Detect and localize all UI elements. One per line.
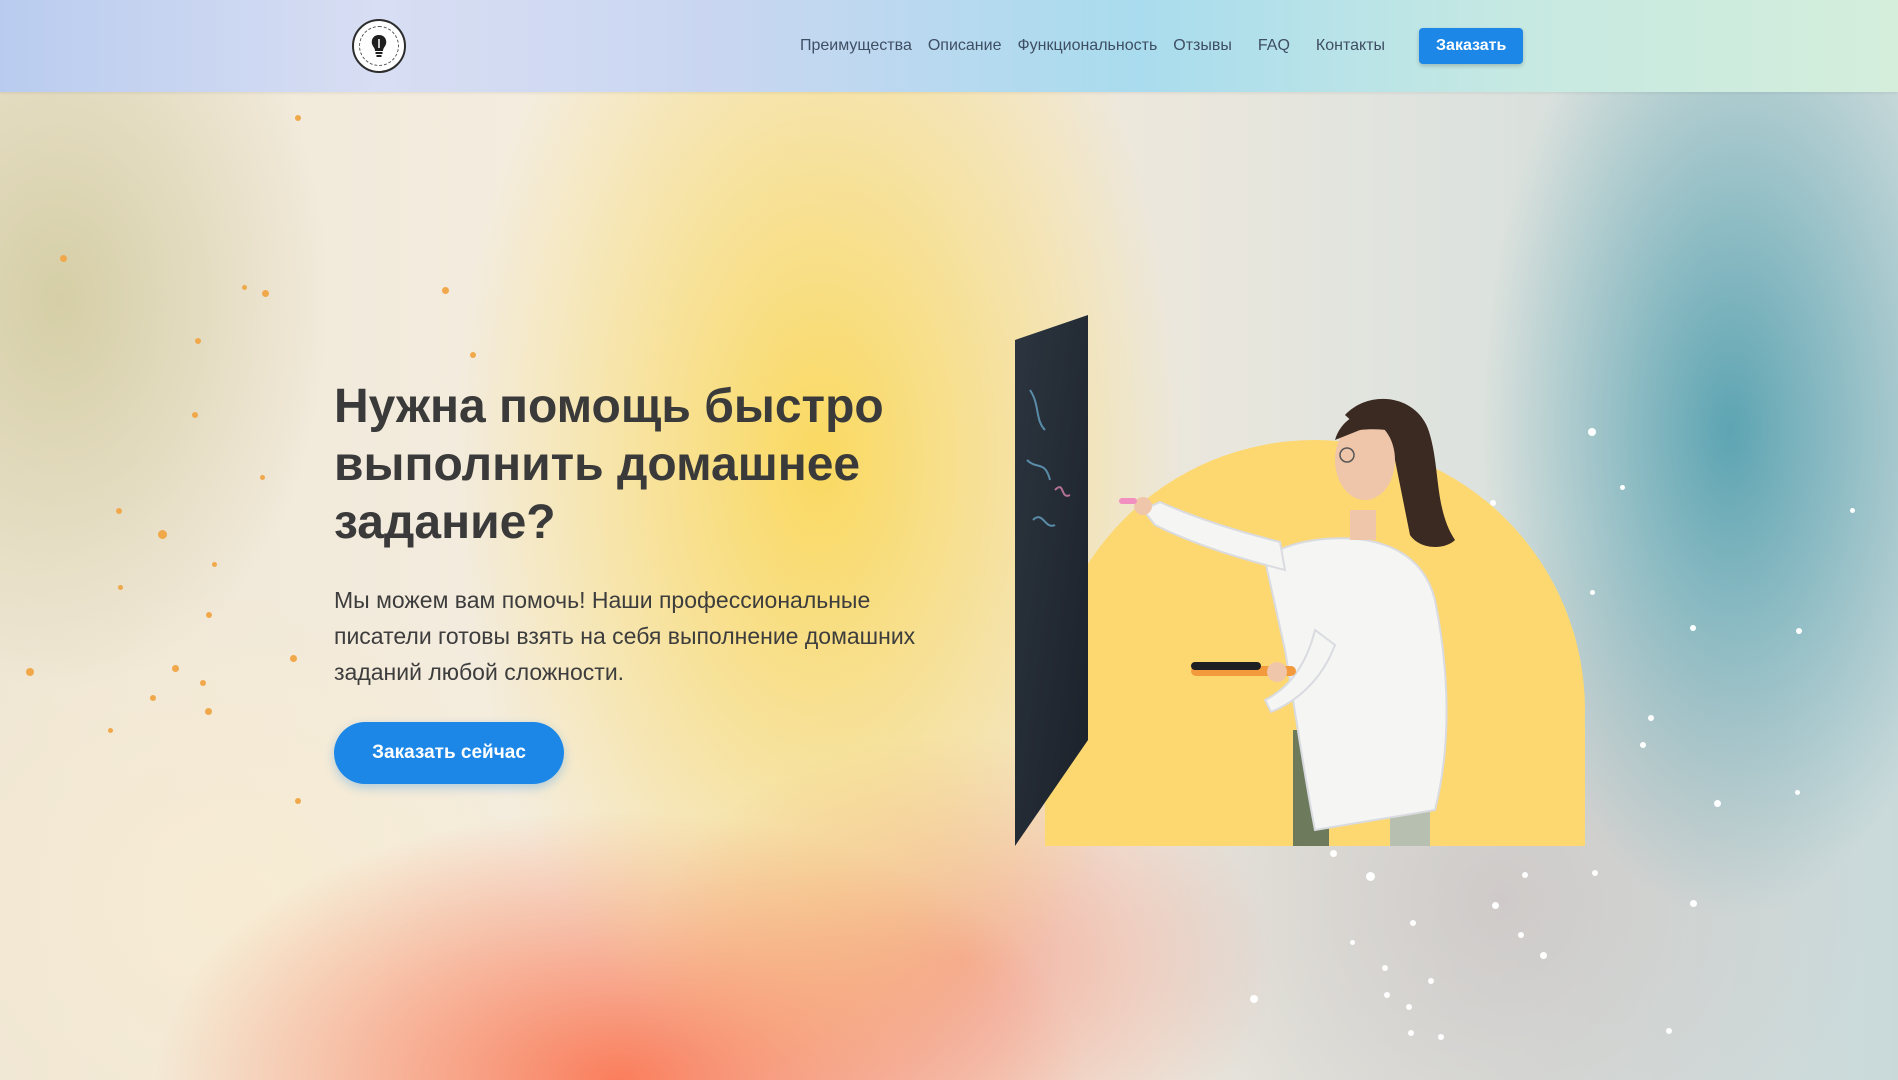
decor-dot bbox=[1428, 978, 1434, 984]
decor-dot bbox=[1666, 1028, 1672, 1034]
lightbulb-icon bbox=[359, 26, 399, 66]
decor-dot bbox=[1438, 1034, 1444, 1040]
decor-dot bbox=[1540, 952, 1547, 959]
decor-dot bbox=[260, 475, 265, 480]
decor-dot bbox=[1714, 800, 1721, 807]
decor-dot bbox=[442, 287, 449, 294]
decor-dot bbox=[1384, 992, 1390, 998]
nav-link-advantages[interactable]: Преимущества bbox=[800, 37, 912, 55]
order-now-button[interactable]: Заказать сейчас bbox=[334, 722, 564, 784]
nav-link-contacts[interactable]: Контакты bbox=[1316, 37, 1385, 55]
decor-dot bbox=[1590, 590, 1595, 595]
decor-dot bbox=[108, 728, 113, 733]
hero-description: Мы можем вам помочь! Наши профессиональн… bbox=[334, 587, 916, 685]
decor-dot bbox=[295, 115, 301, 121]
decor-dot bbox=[116, 508, 122, 514]
decor-dot bbox=[1850, 508, 1855, 513]
decor-dot bbox=[158, 530, 167, 539]
decor-dot bbox=[1620, 485, 1625, 490]
nav-link-reviews[interactable]: Отзывы bbox=[1173, 37, 1232, 55]
decor-dot bbox=[1406, 1004, 1412, 1010]
decor-dot bbox=[206, 612, 212, 618]
decor-dot bbox=[195, 338, 201, 344]
nav-link-faq[interactable]: FAQ bbox=[1258, 37, 1290, 55]
decor-dot bbox=[1592, 870, 1598, 876]
nav-link-description[interactable]: Описание bbox=[928, 37, 1002, 55]
woman-writing-on-board-illustration bbox=[1015, 310, 1585, 846]
decor-dot bbox=[60, 255, 67, 262]
decor-dot bbox=[1796, 628, 1802, 634]
header-order-button[interactable]: Заказать bbox=[1419, 28, 1524, 64]
decor-dot bbox=[1640, 742, 1646, 748]
decor-dot bbox=[295, 798, 301, 804]
decor-dot bbox=[470, 352, 476, 358]
decor-dot bbox=[172, 665, 179, 672]
decor-dot bbox=[1492, 902, 1499, 909]
decor-dot bbox=[1382, 965, 1388, 971]
decor-dot bbox=[26, 668, 34, 676]
decor-dot bbox=[1518, 932, 1524, 938]
decor-dot bbox=[262, 290, 269, 297]
decor-dot bbox=[1690, 625, 1696, 631]
decor-dot bbox=[1588, 428, 1596, 436]
decor-dot bbox=[1366, 872, 1375, 881]
decor-dot bbox=[1648, 715, 1654, 721]
decor-dot bbox=[1408, 1030, 1414, 1036]
decor-dot bbox=[212, 562, 217, 567]
hero-title: Нужна помощь быстро выполнить домашнее з… bbox=[334, 380, 884, 549]
decor-dot bbox=[242, 285, 247, 290]
decor-dot bbox=[118, 585, 123, 590]
nav-link-functionality[interactable]: Функциональность bbox=[1017, 37, 1157, 55]
decor-dot bbox=[1795, 790, 1800, 795]
decor-dot bbox=[200, 680, 206, 686]
decor-dot bbox=[290, 655, 297, 662]
decor-dot bbox=[1410, 920, 1416, 926]
decor-dot bbox=[1250, 995, 1258, 1003]
decor-dot bbox=[1522, 872, 1528, 878]
decor-dot bbox=[1330, 850, 1337, 857]
decor-dot bbox=[150, 695, 156, 701]
main-nav: Преимущества Описание Функциональность О… bbox=[800, 0, 1524, 92]
logo[interactable] bbox=[352, 19, 406, 73]
decor-dot bbox=[192, 412, 198, 418]
decor-dot bbox=[205, 708, 212, 715]
site-header: Преимущества Описание Функциональность О… bbox=[0, 0, 1898, 92]
decor-dot bbox=[1350, 940, 1355, 945]
decor-dot bbox=[1690, 900, 1697, 907]
